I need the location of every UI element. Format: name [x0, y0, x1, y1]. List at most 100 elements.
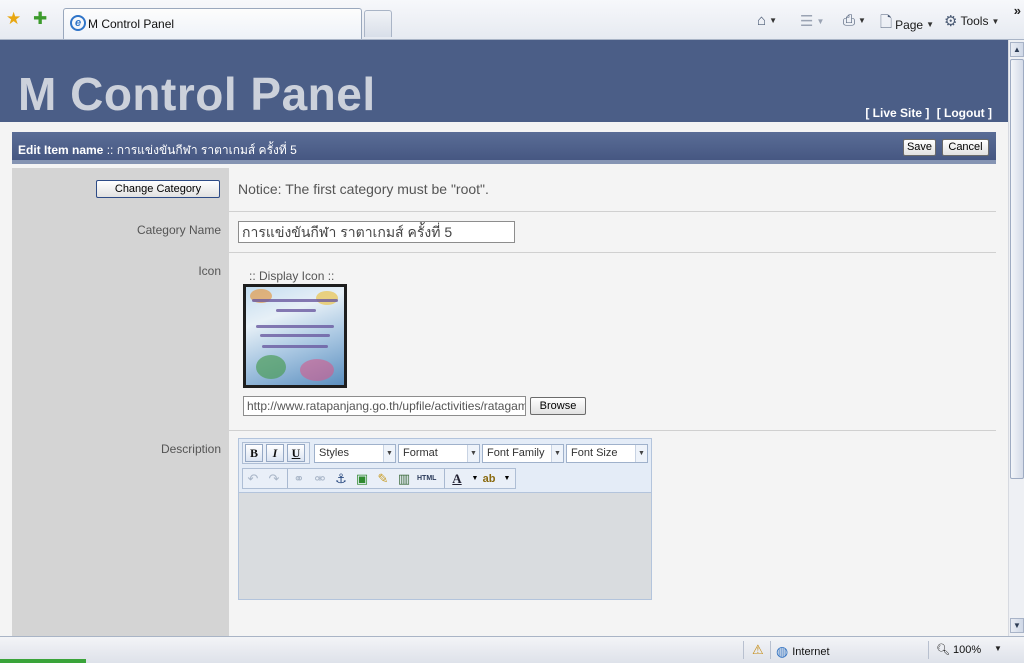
- row-divider: [229, 211, 996, 212]
- add-favorites-icon[interactable]: ✚: [33, 10, 47, 27]
- tools-menu-label: Tools: [960, 14, 989, 28]
- new-tab-button[interactable]: [364, 10, 392, 37]
- chevron-down-icon: ▼: [467, 445, 479, 462]
- icon-url-input[interactable]: http://www.ratapanjang.go.th/upfile/acti…: [243, 396, 526, 416]
- notice-text: Notice: The first category must be "root…: [238, 181, 489, 197]
- chevron-down-icon: ▼: [858, 16, 866, 25]
- chevron-down-icon: ▼: [635, 445, 647, 462]
- row-divider: [229, 252, 996, 253]
- display-icon-label: :: Display Icon ::: [249, 269, 335, 283]
- chevron-down-icon[interactable]: ▼: [499, 471, 515, 487]
- toolbar-separator: [287, 469, 288, 488]
- chevron-down-icon: ▼: [769, 16, 777, 25]
- label-column: [12, 168, 229, 636]
- edit-title: Edit Item name :: การแข่งขันกีฬา ราตาเกม…: [18, 141, 297, 160]
- chevron-down-icon: ▼: [383, 445, 395, 462]
- security-zone-label: Internet: [792, 645, 830, 658]
- security-zone[interactable]: ◍ Internet: [776, 643, 830, 660]
- tools-menu[interactable]: ⚙ Tools ▼: [944, 12, 999, 30]
- link-icon[interactable]: ⚭: [291, 471, 307, 487]
- cleanup-brush-icon[interactable]: ✎: [375, 471, 391, 487]
- page-menu-label: Page: [895, 17, 924, 32]
- browser-tab-active[interactable]: e M Control Panel: [63, 8, 362, 39]
- editor-toolbar: B I U Styles ▼ Format ▼ Font Family ▼ Font …: [239, 439, 651, 493]
- chevron-down-icon: ▼: [991, 16, 1000, 26]
- font-family-select-label: Font Family: [487, 447, 545, 459]
- icon-label: Icon: [198, 264, 221, 278]
- anchor-icon[interactable]: ⚓: [333, 471, 349, 487]
- browse-button[interactable]: Browse: [530, 397, 586, 415]
- font-size-select-label: Font Size: [571, 447, 618, 459]
- rss-feed-icon: ☰: [800, 13, 814, 30]
- category-name-input[interactable]: การแข่งขันกีฬา ราตาเกมส์ ครั้งที่ 5: [238, 221, 515, 243]
- redo-icon[interactable]: ↷: [266, 471, 282, 487]
- edit-bar: Edit Item name :: การแข่งขันกีฬา ราตาเกม…: [12, 132, 996, 164]
- feeds-button[interactable]: ☰ ▼: [800, 12, 824, 30]
- page-icon: 🗋: [880, 14, 893, 31]
- print-button[interactable]: ⎙ ▼: [843, 12, 866, 29]
- page-viewport: M Control Panel [ Live Site ] [ Logout ]…: [0, 40, 1008, 636]
- bold-button[interactable]: B: [245, 444, 263, 462]
- live-site-link[interactable]: [ Live Site ]: [865, 106, 929, 120]
- progress-bar: [0, 659, 86, 663]
- format-select[interactable]: Format ▼: [398, 444, 480, 463]
- scroll-thumb[interactable]: [1010, 59, 1024, 479]
- highlight-color-icon[interactable]: ab: [481, 471, 497, 487]
- edit-item-name: การแข่งขันกีฬา ราตาเกมส์ ครั้งที่ 5: [116, 143, 297, 157]
- chevron-down-icon[interactable]: ▼: [994, 644, 1002, 653]
- vertical-scrollbar[interactable]: ▲ ▼: [1008, 40, 1024, 636]
- zoom-magnifier-icon: 🔍︎: [936, 644, 950, 656]
- browser-toolbar: ★ ✚ e M Control Panel ⌂ ▼ ☰ ▼ ⎙ ▼ 🗋 Page ▼ ⚙ T…: [0, 0, 1024, 40]
- save-button[interactable]: Save: [903, 139, 936, 156]
- more-commands-icon[interactable]: »: [1014, 3, 1021, 18]
- chevron-down-icon: ▼: [926, 20, 935, 29]
- favorites-star-icon[interactable]: ★: [6, 10, 21, 27]
- zoom-level[interactable]: 🔍︎ 100%: [936, 643, 981, 656]
- rich-text-editor[interactable]: B I U Styles ▼ Format ▼ Font Family ▼ Font …: [238, 438, 652, 600]
- home-icon: ⌂: [757, 12, 767, 29]
- category-name-label: Category Name: [136, 223, 221, 237]
- zoom-level-label: 100%: [953, 644, 982, 656]
- font-family-select[interactable]: Font Family ▼: [482, 444, 564, 463]
- undo-icon[interactable]: ↶: [245, 471, 261, 487]
- logout-link[interactable]: [ Logout ]: [937, 106, 992, 120]
- edit-title-separator: ::: [103, 143, 117, 157]
- security-lock-icon[interactable]: ⚠: [752, 642, 764, 658]
- globe-icon: ◍: [776, 643, 789, 659]
- font-size-select[interactable]: Font Size ▼: [566, 444, 648, 463]
- image-icon[interactable]: ▣: [354, 471, 370, 487]
- status-separator: [770, 641, 771, 659]
- gear-icon: ⚙: [944, 13, 958, 30]
- status-separator: [928, 641, 929, 659]
- cancel-button[interactable]: Cancel: [942, 139, 989, 156]
- home-button[interactable]: ⌂ ▼: [757, 12, 777, 29]
- styles-select-label: Styles: [319, 447, 349, 459]
- header-divider: [0, 122, 1008, 132]
- media-icon[interactable]: ▥: [396, 471, 412, 487]
- chevron-down-icon: ▼: [816, 16, 825, 26]
- printer-icon: ⎙: [843, 12, 856, 29]
- tab-title: M Control Panel: [88, 17, 175, 31]
- unlink-icon[interactable]: ⚮: [312, 471, 328, 487]
- chevron-down-icon: ▼: [551, 445, 563, 462]
- text-color-icon[interactable]: A: [449, 471, 465, 487]
- browser-status-bar: ⚠ ◍ Internet 🔍︎ 100% ▼: [0, 636, 1024, 663]
- scroll-up-arrow-icon[interactable]: ▲: [1010, 42, 1024, 57]
- site-title: M Control Panel: [18, 68, 376, 120]
- toolbar-separator: [444, 469, 445, 488]
- row-divider: [229, 430, 996, 431]
- description-label: Description: [160, 442, 221, 456]
- status-separator: [743, 641, 744, 659]
- edit-form: Change Category Notice: The first catego…: [12, 168, 996, 636]
- page-menu[interactable]: 🗋 Page ▼: [880, 12, 934, 37]
- ie-page-icon: e: [70, 15, 86, 31]
- underline-button[interactable]: U: [287, 444, 305, 462]
- site-header: M Control Panel [ Live Site ] [ Logout ]: [0, 40, 1008, 122]
- styles-select[interactable]: Styles ▼: [314, 444, 396, 463]
- poster-image: [246, 287, 344, 385]
- html-source-button[interactable]: HTML: [417, 471, 436, 487]
- change-category-button[interactable]: Change Category: [96, 180, 220, 198]
- category-icon-image: [243, 284, 347, 388]
- scroll-down-arrow-icon[interactable]: ▼: [1010, 618, 1024, 633]
- italic-button[interactable]: I: [266, 444, 284, 462]
